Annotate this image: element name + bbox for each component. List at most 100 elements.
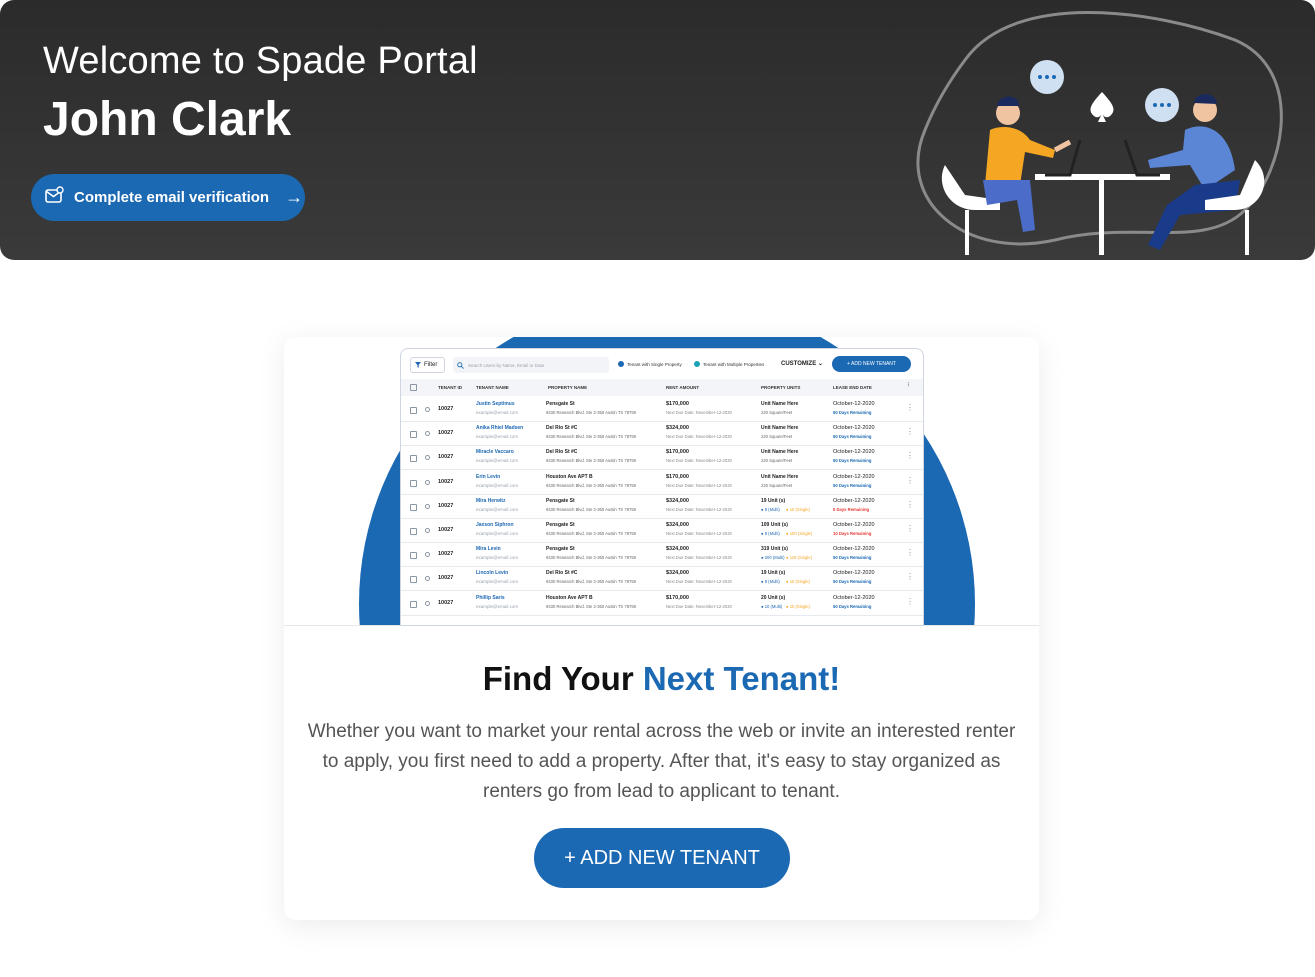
status-ring-icon	[425, 479, 430, 485]
property-address: 9430 Research Blvd. Ste 2-350 Austin TX …	[546, 531, 637, 536]
property-name: Pensgate St	[546, 522, 575, 528]
units-sub: ● 10 (Multi)	[761, 603, 783, 609]
rent-amount: $324,000	[666, 425, 689, 432]
next-due-date: Next Due Date: November-12-2020	[666, 410, 732, 415]
chat-bubble-icon	[1145, 88, 1179, 122]
units-sub: 220 Square/Feet	[761, 434, 793, 440]
table-row: 10027 Phillip Saris example@email.com Houst…	[401, 592, 923, 616]
kebab-icon: ⋮	[906, 427, 914, 437]
tenant-name: Miracle Vaccaro	[476, 449, 514, 456]
tenant-id: 10027	[438, 430, 454, 437]
tenant-name: Erin Levin	[476, 473, 501, 480]
search-icon	[457, 361, 464, 369]
next-due-date: Next Due Date: November-12-2020	[666, 506, 732, 512]
customize-button: CUSTOMIZE ⌄	[781, 361, 823, 367]
row-checkbox	[410, 479, 417, 487]
lease-end-date: October-12-2020	[833, 522, 875, 528]
lease-end-date: October-12-2020	[833, 449, 875, 456]
arrow-right-icon: →	[285, 187, 304, 207]
property-units: Unit Name Here	[761, 401, 799, 407]
rent-amount: $170,000	[666, 473, 689, 480]
mail-check-icon	[44, 185, 64, 210]
property-units: 19 Unit (s)	[761, 570, 786, 577]
tenant-id: 10027	[438, 502, 454, 509]
lease-end-date: October-12-2020	[833, 497, 875, 504]
row-checkbox	[410, 552, 417, 560]
tenant-email: example@email.com	[476, 506, 519, 512]
tenant-name: Jaxson Siphron	[476, 522, 514, 528]
welcome-banner: Welcome to Spade Portal John Clark Compl…	[0, 0, 1315, 260]
property-name: Pensgate St	[546, 546, 575, 553]
units-sub: ● 200 (Multi)	[761, 555, 785, 561]
property-units: 19 Unit (s)	[761, 497, 786, 504]
tenant-id: 10027	[438, 551, 454, 558]
property-units: 319 Unit (s)	[761, 546, 788, 553]
rent-amount: $170,000	[666, 401, 689, 407]
row-checkbox	[410, 455, 417, 463]
status-ring-icon	[425, 576, 430, 582]
property-address: 9430 Research Blvd. Ste 2-350 Austin TX …	[546, 603, 637, 609]
tenant-email: example@email.com	[476, 482, 519, 488]
status-ring-icon	[425, 431, 430, 437]
meeting-illustration	[916, 11, 1283, 255]
days-remaining: 50 Days Remaining	[833, 603, 872, 609]
preview-add-tenant-button: + ADD NEW TENANT	[832, 356, 911, 372]
property-name: Pensgate St	[546, 401, 575, 407]
tenant-id: 10027	[438, 527, 454, 533]
property-address: 9430 Research Blvd. Ste 2-350 Austin TX …	[546, 458, 637, 464]
tenant-name: Mira Levin	[476, 546, 501, 553]
tenant-email: example@email.com	[476, 434, 519, 440]
lease-end-date: October-12-2020	[833, 570, 875, 577]
table-row: 10027 Mira Herwitz example@email.com Pensga…	[401, 495, 923, 519]
tenant-table-preview: Filter Search Users by Name, Email or Da…	[400, 348, 924, 626]
preview-toolbar: Filter Search Users by Name, Email or Da…	[401, 349, 923, 379]
units-sub: 220 Square/Feet	[761, 410, 793, 415]
units-sub: 220 Square/Feet	[761, 458, 793, 464]
add-new-tenant-button[interactable]: + ADD NEW TENANT	[534, 828, 790, 888]
days-remaining: 50 Days Remaining	[833, 579, 872, 585]
lease-end-date: October-12-2020	[833, 473, 875, 480]
next-due-date: Next Due Date: November-12-2020	[666, 531, 732, 536]
kebab-icon: ⋮	[906, 572, 914, 582]
days-remaining: 50 Days Remaining	[833, 458, 872, 464]
kebab-icon: ⋮	[906, 451, 914, 461]
row-checkbox	[410, 407, 417, 414]
status-ring-icon	[425, 528, 430, 533]
tenant-id: 10027	[438, 599, 454, 606]
welcome-title: Welcome to Spade Portal	[43, 40, 478, 82]
status-ring-icon	[425, 503, 430, 509]
property-name: Del Rio St #C	[546, 449, 578, 456]
tenant-email: example@email.com	[476, 458, 519, 464]
table-row: 10027 Justin Septimus example@email.com Pen…	[401, 398, 923, 422]
next-due-date: Next Due Date: November-12-2020	[666, 555, 732, 561]
spade-icon	[1090, 92, 1114, 122]
tenant-name: Justin Septimus	[476, 401, 515, 407]
property-name: Del Rio St #C	[546, 425, 578, 432]
complete-email-verification-button[interactable]: Complete email verification →	[31, 174, 305, 221]
verify-label: Complete email verification	[74, 189, 270, 206]
status-ring-icon	[425, 407, 430, 412]
tenant-name: Mira Herwitz	[476, 497, 506, 504]
tenant-name: Anika Rhiel Madsen	[476, 425, 524, 432]
units-sub: ● 9 (Multi)	[761, 531, 780, 536]
tenant-id: 10027	[438, 406, 454, 412]
next-due-date: Next Due Date: November-12-2020	[666, 434, 732, 440]
rent-amount: $170,000	[666, 449, 689, 456]
property-address: 9430 Research Blvd. Ste 2-350 Austin TX …	[546, 555, 637, 561]
units-sub: ● 9 (Multi)	[761, 506, 780, 512]
property-name: Houston Ave APT B	[546, 473, 593, 480]
next-due-date: Next Due Date: November-12-2020	[666, 603, 732, 609]
tenant-email: example@email.com	[476, 603, 519, 609]
property-name: Del Rio St #C	[546, 570, 578, 577]
property-units: Unit Name Here	[761, 425, 799, 432]
rent-amount: $324,000	[666, 497, 689, 504]
property-name: Pensgate St	[546, 497, 575, 504]
kebab-icon: ⋮	[906, 475, 914, 485]
tenant-email: example@email.com	[476, 531, 519, 536]
status-ring-icon	[425, 600, 430, 606]
table-row: 10027 Erin Levin example@email.com Houston …	[401, 471, 923, 495]
select-all-checkbox	[410, 384, 417, 391]
chevron-down-icon: ⌄	[817, 361, 823, 367]
legend-multi: Tenant with Multiple Properties	[694, 361, 764, 367]
property-units: Unit Name Here	[761, 473, 799, 480]
